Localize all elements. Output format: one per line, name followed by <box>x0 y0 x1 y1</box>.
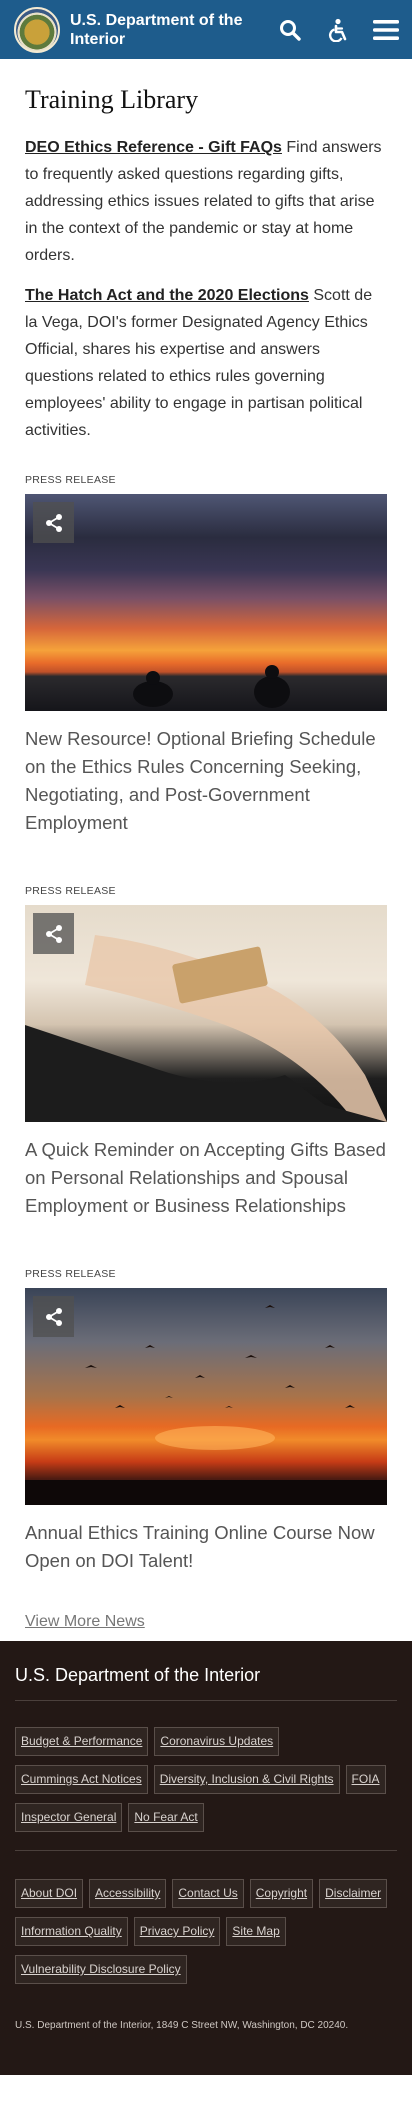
footer-link[interactable]: Copyright <box>249 1879 314 1908</box>
accessibility-icon[interactable] <box>324 16 352 44</box>
resource-hatch-act: The Hatch Act and the 2020 Elections Sco… <box>25 282 387 444</box>
footer-link[interactable]: Disclaimer <box>319 1879 388 1908</box>
resource-description: Scott de la Vega, DOI's former Designate… <box>25 287 373 439</box>
resource-gift-faqs: DEO Ethics Reference - Gift FAQs Find an… <box>25 134 387 269</box>
share-icon <box>45 513 62 532</box>
card-title[interactable]: New Resource! Optional Briefing Schedule… <box>25 725 387 837</box>
site-footer: U.S. Department of the Interior Budget &… <box>0 1641 412 2075</box>
footer-link[interactable]: FOIA <box>345 1765 386 1794</box>
menu-icon[interactable] <box>372 16 400 44</box>
share-button[interactable] <box>33 1296 74 1337</box>
news-card[interactable]: PRESS RELEASE A Quick Reminder on Accept… <box>25 885 387 1220</box>
footer-link[interactable]: Privacy Policy <box>133 1917 221 1946</box>
agency-name[interactable]: U.S. Department of the Interior <box>70 11 255 49</box>
footer-link[interactable]: Contact Us <box>172 1879 244 1908</box>
share-button[interactable] <box>33 913 74 954</box>
card-eyebrow: PRESS RELEASE <box>25 885 116 897</box>
sunset-birds-image[interactable] <box>25 1288 387 1505</box>
footer-title: U.S. Department of the Interior <box>15 1665 397 1701</box>
news-card[interactable]: PRESS RELEASE New Resource! Optional Bri… <box>25 474 387 837</box>
footer-link[interactable]: Information Quality <box>15 1917 128 1946</box>
doi-seal-logo[interactable] <box>14 6 60 53</box>
footer-link[interactable]: Accessibility <box>89 1879 167 1908</box>
site-header: U.S. Department of the Interior <box>0 0 412 59</box>
main-content: Training Library DEO Ethics Reference - … <box>0 85 412 1641</box>
resource-link-gift-faqs[interactable]: DEO Ethics Reference - Gift FAQs <box>25 139 282 156</box>
card-eyebrow: PRESS RELEASE <box>25 1268 116 1280</box>
footer-link[interactable]: Inspector General <box>15 1803 123 1832</box>
share-icon <box>45 1307 62 1326</box>
footer-link[interactable]: Cummings Act Notices <box>15 1765 148 1794</box>
card-title[interactable]: A Quick Reminder on Accepting Gifts Base… <box>25 1136 387 1220</box>
footer-link[interactable]: No Fear Act <box>128 1803 204 1832</box>
share-button[interactable] <box>33 502 74 543</box>
footer-link[interactable]: Vulnerability Disclosure Policy <box>15 1955 187 1984</box>
footer-address: U.S. Department of the Interior, 1849 C … <box>15 2020 349 2031</box>
sunset-silhouettes-image[interactable] <box>25 494 387 711</box>
card-title[interactable]: Annual Ethics Training Online Course Now… <box>25 1519 387 1575</box>
share-icon <box>45 924 62 943</box>
view-more-news-link[interactable]: View More News <box>25 1613 145 1641</box>
resource-description: Find answers to frequently asked questio… <box>25 139 382 264</box>
footer-link[interactable]: Budget & Performance <box>15 1727 149 1756</box>
page-title: Training Library <box>25 85 199 114</box>
header-actions <box>276 16 400 44</box>
footer-links-secondary: About DOI Accessibility Contact Us Copyrigh… <box>15 1879 397 1984</box>
footer-link[interactable]: Coronavirus Updates <box>154 1727 280 1756</box>
footer-link[interactable]: Site Map <box>226 1917 286 1946</box>
gift-card-hands-image[interactable] <box>25 905 387 1122</box>
search-icon[interactable] <box>276 16 304 44</box>
resource-link-hatch-act[interactable]: The Hatch Act and the 2020 Elections <box>25 287 309 304</box>
footer-link[interactable]: About DOI <box>15 1879 84 1908</box>
news-card[interactable]: PRESS RELEASE Annual Ethics Training Onl… <box>25 1268 387 1575</box>
footer-links-primary: Budget & Performance Coronavirus Updates C… <box>15 1727 397 1851</box>
footer-link[interactable]: Diversity, Inclusion & Civil Rights <box>153 1765 340 1794</box>
card-eyebrow: PRESS RELEASE <box>25 474 116 486</box>
